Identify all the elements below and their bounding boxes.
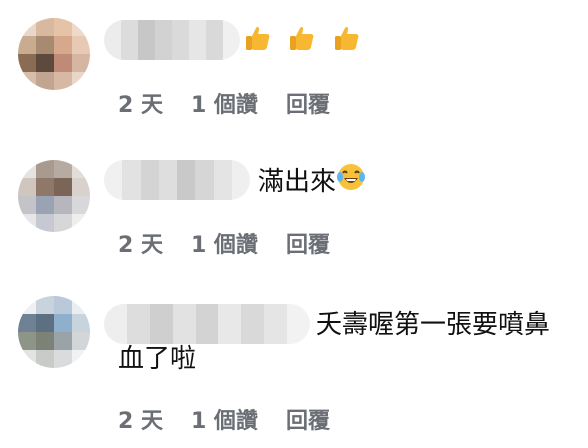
comment-timestamp: 2 天 (118, 93, 163, 118)
like-count-link[interactable]: 1 個讚 (191, 227, 258, 259)
thumbs-up-icon (242, 22, 274, 65)
comment-timestamp: 2 天 (118, 409, 163, 434)
comment-emoji-row (242, 22, 367, 65)
like-count-link[interactable]: 1 個讚 (191, 403, 258, 435)
commenter-name-redacted[interactable] (104, 20, 240, 60)
face-with-tears-of-joy-icon (336, 162, 366, 203)
thumbs-up-icon (331, 22, 363, 65)
comment-actions: 2 天 1 個讚 回覆 (118, 228, 330, 258)
reply-button[interactable]: 回覆 (286, 403, 330, 435)
comment-timestamp: 2 天 (118, 233, 163, 258)
comment-actions: 2 天 1 個讚 回覆 (118, 88, 330, 118)
commenter-name-redacted[interactable] (104, 304, 310, 344)
comment-actions: 2 天 1 個讚 回覆 (118, 404, 330, 434)
avatar[interactable] (18, 160, 90, 232)
avatar[interactable] (18, 296, 90, 368)
comment-body: 滿出來 (258, 167, 337, 197)
comment-body-line2: 血了啦 (118, 344, 197, 374)
commenter-name-redacted[interactable] (104, 160, 250, 200)
comment-thread: 2 天 1 個讚 回覆 滿出來 2 天 1 個讚 回覆 夭壽喔第一張要噴鼻 血了… (0, 0, 588, 448)
comment-body-line1: 夭壽喔第一張要噴鼻 (316, 310, 551, 340)
reply-button[interactable]: 回覆 (286, 87, 330, 119)
comment-text: 滿出來 (258, 162, 366, 203)
reply-button[interactable]: 回覆 (286, 227, 330, 259)
avatar[interactable] (18, 18, 90, 90)
like-count-link[interactable]: 1 個讚 (191, 87, 258, 119)
thumbs-up-icon (286, 22, 318, 65)
